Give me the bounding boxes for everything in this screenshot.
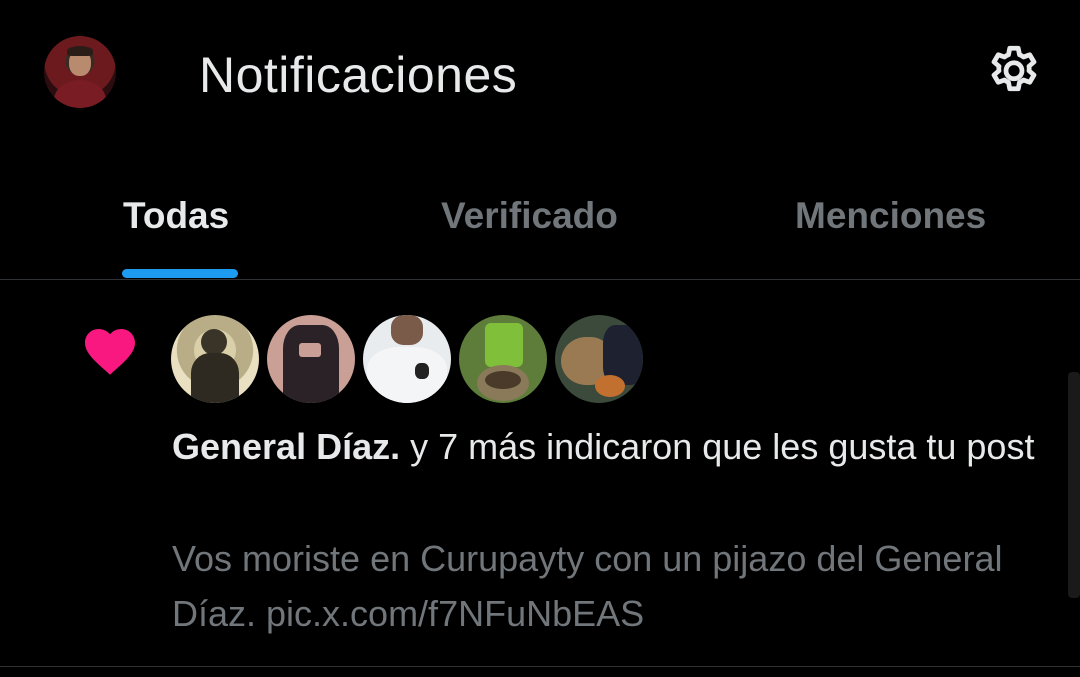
- notification-item[interactable]: General Díaz. y 7 más indicaron que les …: [0, 281, 1080, 667]
- gear-icon: [991, 45, 1037, 92]
- profile-avatar[interactable]: [44, 36, 116, 108]
- avatar-hair: [67, 46, 93, 56]
- avatar-shirt: [54, 80, 106, 108]
- liker-avatar-2[interactable]: [267, 315, 355, 403]
- settings-button[interactable]: [984, 42, 1044, 102]
- active-tab-indicator: [122, 269, 238, 278]
- liker-avatar-4[interactable]: [459, 315, 547, 403]
- liker-avatar-3[interactable]: [363, 315, 451, 403]
- notification-actor[interactable]: General Díaz.: [172, 426, 400, 467]
- notification-summary: General Díaz. y 7 más indicaron que les …: [172, 419, 1052, 474]
- post-snippet[interactable]: Vos moriste en Curupayty con un pijazo d…: [172, 531, 1032, 641]
- notification-tabs: Todas Verificado Menciones: [0, 150, 1080, 280]
- liker-avatar-1[interactable]: [171, 315, 259, 403]
- notification-action: y 7 más indicaron que les gusta tu post: [400, 426, 1035, 467]
- tab-verificado[interactable]: Verificado: [441, 195, 618, 237]
- top-bar: Notificaciones: [0, 0, 1080, 150]
- heart-icon: [85, 329, 135, 375]
- page-title: Notificaciones: [199, 47, 518, 103]
- scrollbar[interactable]: [1068, 372, 1080, 598]
- divider: [0, 666, 1080, 667]
- tab-todas[interactable]: Todas: [123, 195, 229, 237]
- tab-menciones[interactable]: Menciones: [795, 195, 986, 237]
- liker-avatar-5[interactable]: [555, 315, 643, 403]
